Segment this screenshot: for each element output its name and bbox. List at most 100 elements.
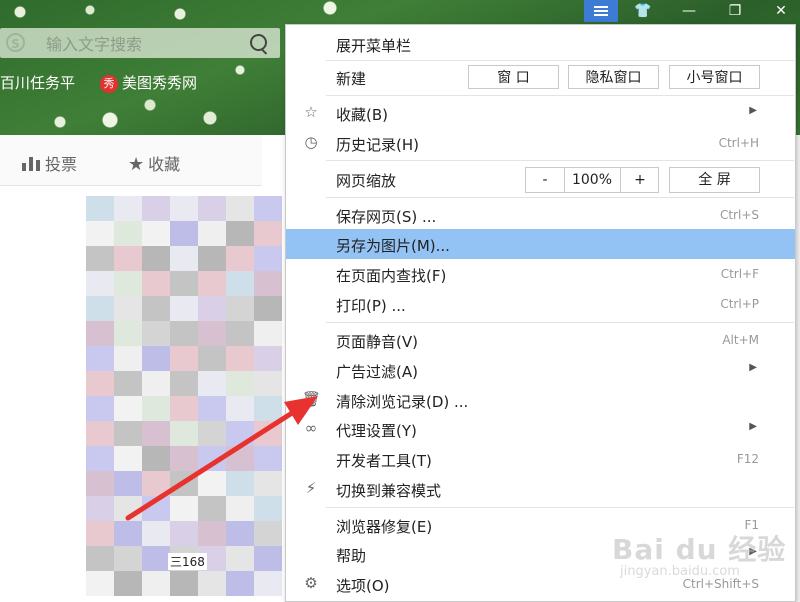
clock-icon: ◷ bbox=[304, 133, 318, 151]
search-icon[interactable] bbox=[250, 34, 267, 51]
menu-item-label: 展开菜单栏 bbox=[336, 37, 412, 55]
mosaic-cell bbox=[170, 521, 198, 546]
mosaic-cell bbox=[226, 571, 254, 596]
skin-button[interactable]: 👕 bbox=[626, 0, 660, 22]
watermark-url: jingyan.baidu.com bbox=[620, 564, 740, 579]
zoom-control: - 100% + bbox=[525, 167, 659, 193]
mosaic-cell bbox=[86, 421, 114, 446]
mosaic-cell bbox=[170, 271, 198, 296]
mosaic-cell bbox=[198, 371, 226, 396]
menu-item-compat-mode[interactable]: ⚡ 切换到兼容模式 bbox=[286, 474, 795, 504]
mosaic-cell bbox=[114, 271, 142, 296]
mosaic-cell bbox=[114, 246, 142, 271]
mosaic-cell bbox=[254, 496, 282, 521]
restore-button[interactable]: ❐ bbox=[718, 0, 752, 22]
search-box[interactable]: S bbox=[0, 28, 280, 58]
mosaic-cell bbox=[142, 296, 170, 321]
mosaic-cell bbox=[114, 196, 142, 221]
mosaic-cell bbox=[226, 271, 254, 296]
new-small-window-button[interactable]: 小号窗口 bbox=[669, 65, 760, 89]
mosaic-cell bbox=[170, 371, 198, 396]
mosaic-cell bbox=[254, 196, 282, 221]
mosaic-cell bbox=[86, 471, 114, 496]
shortcut-text: Ctrl+F bbox=[720, 267, 759, 281]
mosaic-cell bbox=[142, 271, 170, 296]
mosaic-cell bbox=[86, 496, 114, 521]
minimize-button[interactable]: — bbox=[672, 0, 706, 22]
menu-item-expand-menubar[interactable]: 展开菜单栏 bbox=[286, 29, 795, 59]
menu-item-clear-history[interactable]: 🗑 清除浏览记录(D) ... bbox=[286, 385, 795, 415]
mosaic-cell bbox=[114, 371, 142, 396]
menu-item-find-in-page[interactable]: 在页面内查找(F) Ctrl+F bbox=[286, 259, 795, 289]
hamburger-icon bbox=[594, 6, 608, 8]
mosaic-cell bbox=[198, 571, 226, 596]
menu-item-history[interactable]: ◷ 历史记录(H) Ctrl+H bbox=[286, 128, 795, 158]
mosaic-cell bbox=[142, 521, 170, 546]
pixelated-image bbox=[86, 196, 286, 596]
mosaic-cell bbox=[254, 446, 282, 471]
mosaic-cell bbox=[86, 446, 114, 471]
zoom-in-button[interactable]: + bbox=[620, 168, 659, 192]
mosaic-cell bbox=[226, 371, 254, 396]
trash-icon: 🗑 bbox=[302, 390, 322, 408]
mosaic-cell bbox=[86, 546, 114, 571]
menu-item-label: 历史记录(H) bbox=[336, 136, 419, 154]
menu-separator bbox=[326, 160, 794, 161]
mosaic-cell bbox=[86, 396, 114, 421]
menu-item-save-as-image[interactable]: 另存为图片(M)... bbox=[286, 229, 795, 259]
mosaic-cell bbox=[114, 546, 142, 571]
menu-separator bbox=[326, 322, 794, 323]
menu-separator bbox=[326, 60, 794, 61]
close-icon: ✕ bbox=[775, 3, 787, 19]
menu-item-label: 浏览器修复(E) bbox=[336, 518, 433, 536]
mosaic-cell bbox=[86, 271, 114, 296]
menu-item-print[interactable]: 打印(P) ... Ctrl+P bbox=[286, 289, 795, 319]
zoom-out-button[interactable]: - bbox=[526, 168, 565, 192]
new-private-window-button[interactable]: 隐私窗口 bbox=[568, 65, 659, 89]
menu-item-devtools[interactable]: 开发者工具(T) F12 bbox=[286, 444, 795, 474]
mosaic-cell bbox=[170, 396, 198, 421]
shortcut-text: F12 bbox=[736, 452, 759, 466]
mosaic-cell bbox=[226, 196, 254, 221]
mosaic-cell bbox=[170, 446, 198, 471]
bookmark-baichuan[interactable]: 百川任务平 bbox=[0, 72, 75, 93]
mosaic-cell bbox=[142, 471, 170, 496]
mosaic-cell bbox=[254, 396, 282, 421]
mosaic-cell bbox=[86, 371, 114, 396]
menu-separator bbox=[326, 95, 794, 96]
menu-item-label: 在页面内查找(F) bbox=[336, 267, 447, 285]
bar-chart-icon bbox=[22, 157, 40, 171]
menu-item-label: 页面静音(V) bbox=[336, 333, 418, 351]
close-button[interactable]: ✕ bbox=[764, 0, 798, 22]
mosaic-cell bbox=[226, 446, 254, 471]
fullscreen-button[interactable]: 全 屏 bbox=[669, 167, 760, 193]
mosaic-cell bbox=[142, 421, 170, 446]
gear-icon: ⚙ bbox=[304, 574, 318, 592]
mosaic-cell bbox=[254, 421, 282, 446]
bookmark-meitu[interactable]: 秀美图秀秀网 bbox=[100, 72, 197, 93]
mosaic-cell bbox=[198, 396, 226, 421]
menu-item-mute[interactable]: 页面静音(V) Alt+M bbox=[286, 325, 795, 355]
mosaic-cell bbox=[198, 446, 226, 471]
menu-item-label: 开发者工具(T) bbox=[336, 452, 432, 470]
mosaic-cell bbox=[142, 496, 170, 521]
menu-button[interactable] bbox=[584, 0, 618, 22]
mosaic-cell bbox=[198, 246, 226, 271]
mosaic-cell bbox=[226, 471, 254, 496]
mosaic-cell bbox=[114, 446, 142, 471]
menu-item-proxy[interactable]: ∞ 代理设置(Y) ▶ bbox=[286, 414, 795, 444]
mosaic-cell bbox=[86, 521, 114, 546]
menu-item-label: 帮助 bbox=[336, 547, 367, 565]
menu-item-label: 另存为图片(M)... bbox=[336, 237, 450, 255]
mosaic-cell bbox=[86, 196, 114, 221]
mosaic-cell bbox=[114, 571, 142, 596]
new-window-button[interactable]: 窗 口 bbox=[468, 65, 559, 89]
menu-item-ad-filter[interactable]: 广告过滤(A) ▶ bbox=[286, 355, 795, 385]
menu-item-save-page[interactable]: 保存网页(S) ... Ctrl+S bbox=[286, 200, 795, 230]
tab-vote[interactable]: 投票 bbox=[22, 151, 77, 175]
mosaic-cell bbox=[142, 396, 170, 421]
mosaic-cell bbox=[114, 421, 142, 446]
search-input[interactable] bbox=[44, 32, 248, 56]
tab-favorite[interactable]: ★ 收藏 bbox=[128, 151, 180, 175]
menu-item-favorites[interactable]: ☆ 收藏(B) ▶ bbox=[286, 98, 795, 128]
